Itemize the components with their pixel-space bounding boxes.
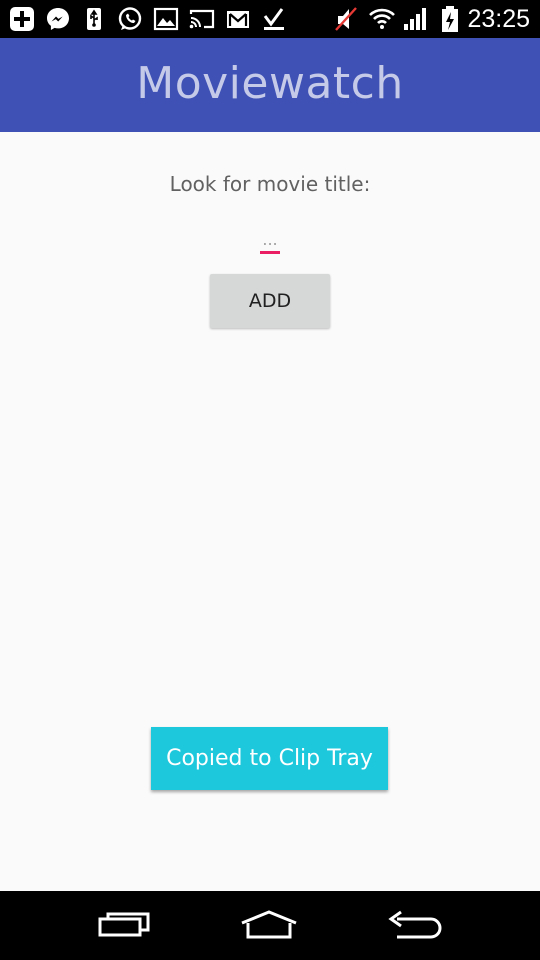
battery-charging-icon	[436, 5, 464, 33]
cast-icon	[188, 5, 216, 33]
signal-icon	[402, 5, 430, 33]
search-prompt-label: Look for movie title:	[169, 172, 371, 196]
messenger-icon	[44, 5, 72, 33]
whatsapp-icon	[116, 5, 144, 33]
navigation-bar	[0, 891, 540, 960]
back-icon[interactable]	[380, 903, 450, 947]
add-box-icon	[8, 5, 36, 33]
recent-apps-icon[interactable]	[89, 903, 159, 947]
status-bar: 23:25	[0, 0, 540, 38]
gmail-icon	[224, 5, 252, 33]
download-done-icon	[260, 5, 288, 33]
toast-message: Copied to Clip Tray	[151, 727, 388, 790]
movie-title-input[interactable]	[250, 224, 290, 254]
image-icon	[152, 5, 180, 33]
app-title: Moviewatch	[136, 58, 404, 109]
add-button[interactable]: ADD	[210, 274, 330, 328]
wifi-icon	[368, 5, 396, 33]
home-icon[interactable]	[234, 903, 304, 947]
usb-icon	[80, 5, 108, 33]
input-underline	[260, 251, 280, 254]
sound-muted-icon	[332, 5, 360, 33]
app-bar: Moviewatch	[0, 38, 540, 132]
status-time: 23:25	[467, 5, 530, 33]
